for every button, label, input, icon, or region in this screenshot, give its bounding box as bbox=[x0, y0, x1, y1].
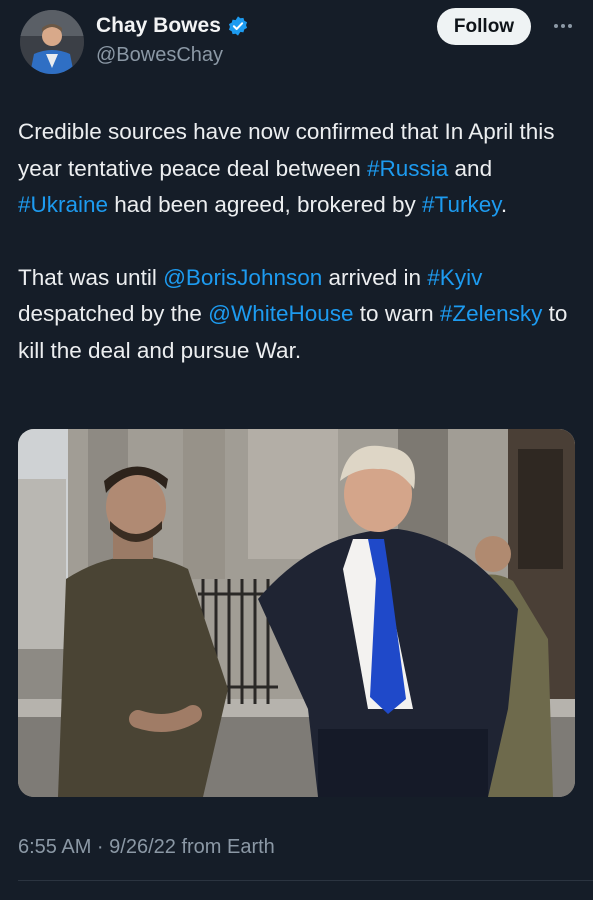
mention-borisjohnson[interactable]: @BorisJohnson bbox=[163, 265, 322, 290]
more-dot bbox=[554, 24, 558, 28]
tweet-paragraph: That was until @BorisJohnson arrived in … bbox=[18, 260, 578, 370]
mention-whitehouse[interactable]: @WhiteHouse bbox=[208, 301, 353, 326]
hashtag-ukraine[interactable]: #Ukraine bbox=[18, 192, 108, 217]
avatar[interactable] bbox=[20, 10, 84, 74]
name-row: Chay Bowes bbox=[96, 14, 249, 38]
hashtag-kyiv[interactable]: #Kyiv bbox=[427, 265, 482, 290]
text-segment: to warn bbox=[353, 301, 440, 326]
more-dot bbox=[561, 24, 565, 28]
more-dot bbox=[568, 24, 572, 28]
display-name[interactable]: Chay Bowes bbox=[96, 14, 221, 38]
tweet-timestamp[interactable]: 6:55 AM · 9/26/22 from Earth bbox=[18, 836, 275, 859]
hashtag-russia[interactable]: #Russia bbox=[367, 156, 448, 181]
verified-badge-icon bbox=[227, 15, 249, 37]
hashtag-zelensky[interactable]: #Zelensky bbox=[440, 301, 543, 326]
hashtag-turkey[interactable]: #Turkey bbox=[422, 192, 501, 217]
tweet-text: Credible sources have now confirmed that… bbox=[18, 114, 578, 369]
photo-illustration bbox=[18, 429, 575, 797]
tweet-header: Chay Bowes @BowesChay Follow bbox=[0, 0, 593, 100]
text-segment: . bbox=[500, 192, 508, 217]
tweet-photo[interactable] bbox=[18, 429, 575, 797]
user-handle[interactable]: @BowesChay bbox=[96, 44, 223, 67]
text-segment: had been agreed, brokered by bbox=[108, 192, 423, 217]
text-segment: and bbox=[448, 155, 493, 181]
tweet-paragraph: Credible sources have now confirmed that… bbox=[18, 114, 578, 224]
more-options-icon[interactable] bbox=[548, 16, 578, 36]
follow-button[interactable]: Follow bbox=[437, 8, 531, 45]
text-segment: That was until bbox=[18, 264, 164, 290]
text-segment: arrived in bbox=[322, 264, 428, 290]
text-segment: despatched by the bbox=[18, 301, 209, 326]
divider bbox=[18, 880, 593, 881]
